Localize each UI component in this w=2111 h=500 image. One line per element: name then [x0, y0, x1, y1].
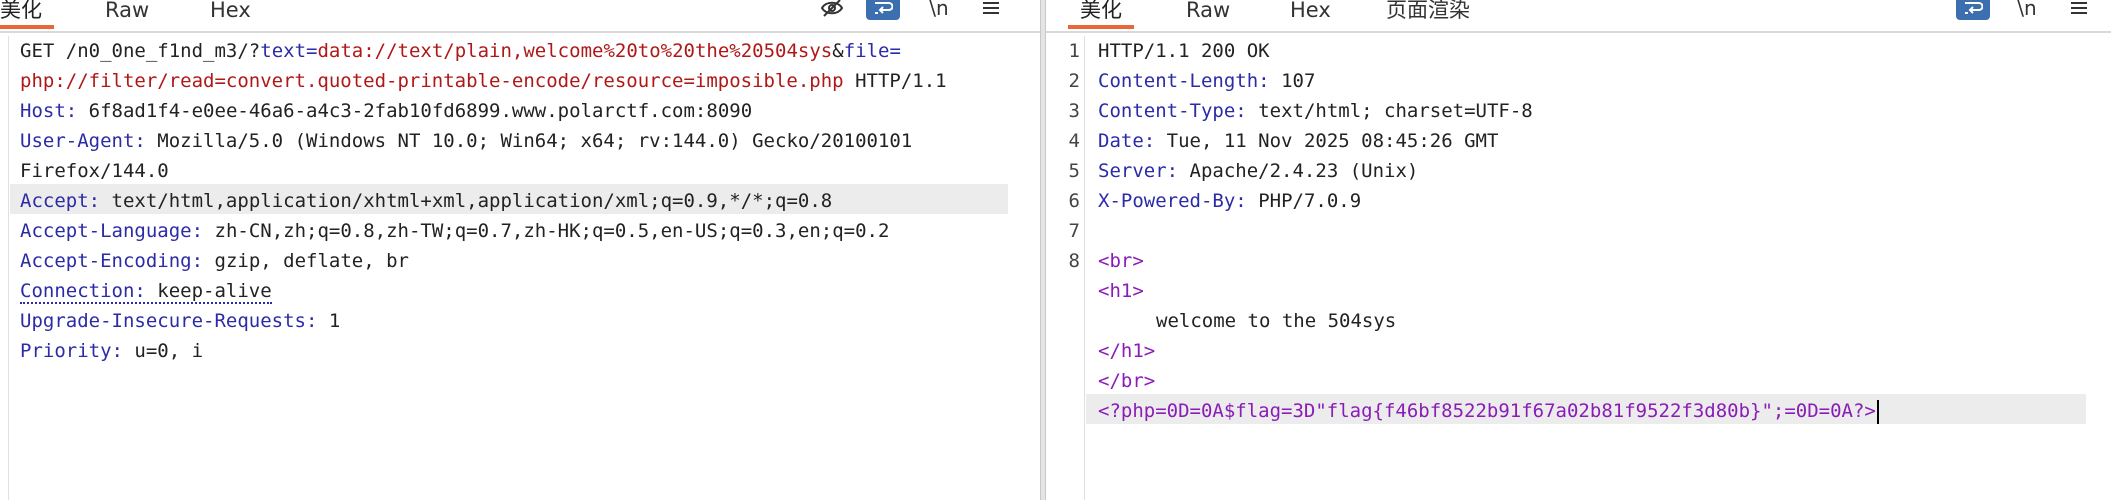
tab-pretty[interactable]: 美化 — [0, 0, 54, 29]
eye-off-icon[interactable] — [818, 0, 846, 22]
response-editor[interactable]: HTTP/1.1 200 OK Content-Length: 107 Cont… — [1086, 36, 2111, 500]
request-protocol: HTTP/1.1 — [855, 70, 947, 92]
param-name-text: text — [260, 40, 307, 62]
line-number-gutter: 1 2 3 4 5 6 7 8 — [1046, 36, 1085, 500]
param-value-text: data://text/plain,welcome%20to%20the%205… — [317, 40, 833, 62]
menu-icon[interactable] — [2066, 0, 2092, 22]
header-user-agent-cont: Firefox/144.0 — [20, 160, 169, 182]
menu-icon[interactable] — [978, 0, 1004, 22]
header-host: Host: 6f8ad1f4-e0ee-46a6-a4c3-2fab10fd68… — [20, 100, 753, 122]
request-editor[interactable]: GET /n0_0ne_f1nd_m3/?text=data://text/pl… — [0, 36, 1040, 500]
wrap-icon[interactable] — [866, 0, 900, 20]
param-name-file: file — [843, 40, 890, 62]
text-cursor — [1876, 399, 1879, 424]
response-tabbar: 美化 Raw Hex 页面渲染 \n — [1046, 0, 2111, 33]
header-accept-language: Accept-Language: zh-CN,zh;q=0.8,zh-TW;q=… — [20, 220, 890, 242]
tab-hex[interactable]: Hex — [1290, 0, 1331, 28]
tab-hex[interactable]: Hex — [210, 0, 251, 28]
response-pane: 美化 Raw Hex 页面渲染 \n 1 2 3 4 5 6 7 8 HTTP/… — [1046, 0, 2111, 500]
tab-render[interactable]: 页面渲染 — [1386, 0, 1470, 28]
request-method: GET — [20, 40, 55, 62]
body-h1-text: welcome to the 504sys — [1156, 310, 1397, 332]
header-upgrade-insecure: Upgrade-Insecure-Requests: 1 — [20, 310, 341, 332]
request-line-cont: php://filter/read=convert.quoted-printab… — [20, 66, 947, 96]
header-server: Server: Apache/2.4.23 (Unix) — [1098, 160, 1419, 182]
body-br-open: <br> — [1098, 250, 1144, 272]
body-php-flag: <?php=0D=0A$flag=3D"flag{f46bf8522b91f67… — [1098, 396, 1879, 426]
request-tabbar: 美化 Raw Hex \n — [0, 0, 1040, 33]
request-line: GET /n0_0ne_f1nd_m3/?text=data://text/pl… — [20, 40, 901, 62]
newline-icon[interactable]: \n — [2012, 0, 2042, 22]
header-date: Date: Tue, 11 Nov 2025 08:45:26 GMT — [1098, 130, 1499, 152]
header-accept-encoding: Accept-Encoding: gzip, deflate, br — [20, 250, 409, 272]
header-user-agent: User-Agent: Mozilla/5.0 (Windows NT 10.0… — [20, 130, 913, 152]
newline-icon[interactable]: \n — [924, 0, 954, 22]
header-accept: Accept: text/html,application/xhtml+xml,… — [20, 190, 833, 212]
request-pane: 美化 Raw Hex \n GET /n0_0ne_f1nd_m3/?text=… — [0, 0, 1040, 500]
wrap-icon[interactable] — [1956, 0, 1990, 20]
status-line: HTTP/1.1 200 OK — [1098, 40, 1270, 62]
body-h1-open: <h1> — [1098, 280, 1144, 302]
tab-raw[interactable]: Raw — [1186, 0, 1230, 28]
tab-raw[interactable]: Raw — [105, 0, 149, 28]
body-h1-close: </h1> — [1098, 340, 1156, 362]
body-br-close: </br> — [1098, 370, 1156, 392]
header-priority: Priority: u=0, i — [20, 340, 204, 362]
header-content-type: Content-Type: text/html; charset=UTF-8 — [1098, 100, 1533, 122]
param-value-file: php://filter/read=convert.quoted-printab… — [20, 70, 844, 92]
header-x-powered-by: X-Powered-By: PHP/7.0.9 — [1098, 190, 1362, 212]
tab-pretty[interactable]: 美化 — [1068, 0, 1134, 29]
request-path: /n0_0ne_f1nd_m3/? — [65, 40, 261, 62]
header-connection: Connection: keep-alive — [20, 280, 272, 304]
param-separator: & — [832, 40, 844, 62]
header-content-length: Content-Length: 107 — [1098, 70, 1316, 92]
